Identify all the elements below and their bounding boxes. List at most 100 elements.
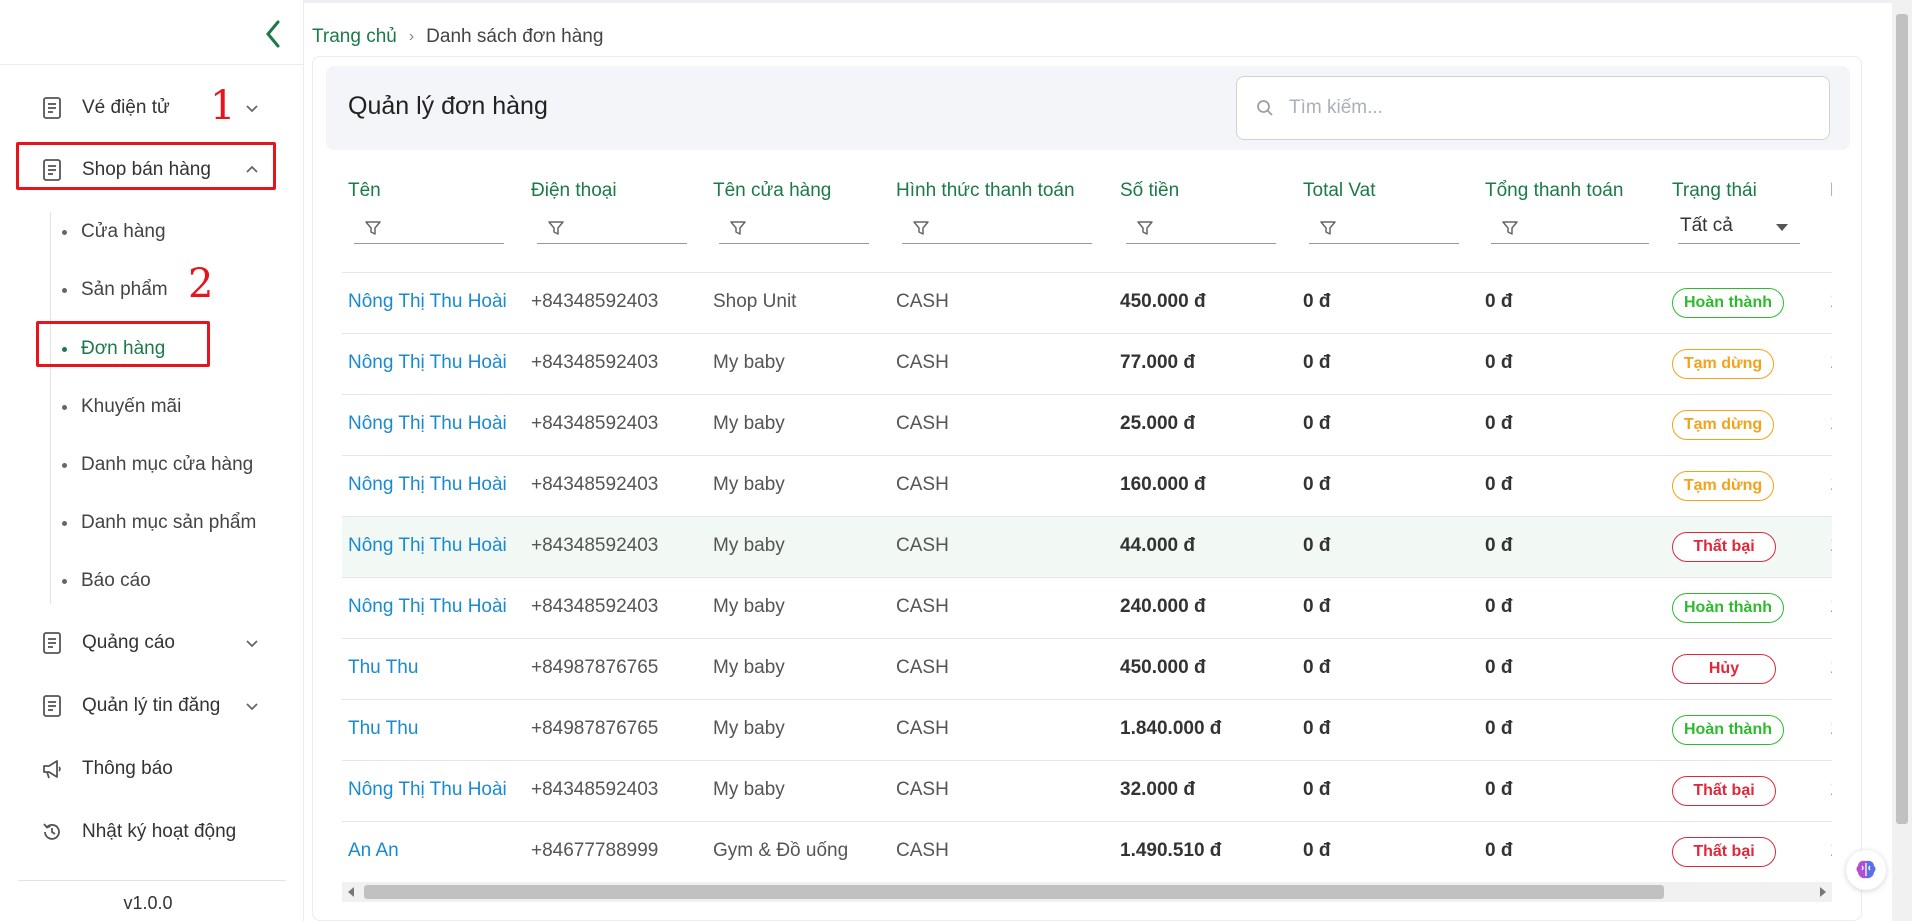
receipt-icon	[40, 631, 64, 655]
filter-total-vat[interactable]	[1309, 212, 1459, 244]
column-header-name[interactable]: Tên	[348, 180, 381, 202]
order-vat: 0 đ	[1303, 474, 1331, 495]
order-customer-link[interactable]: Nông Thị Thu Hoài	[348, 291, 507, 313]
order-customer-link[interactable]: Nông Thị Thu Hoài	[348, 779, 507, 801]
table-row[interactable]: Nông Thị Thu Hoài +84348592403 My baby C…	[342, 761, 1832, 822]
column-header-extra[interactable]: N	[1830, 180, 1832, 202]
order-total: 0 đ	[1485, 779, 1513, 800]
order-vat: 0 đ	[1303, 413, 1331, 434]
order-customer-link[interactable]: Nông Thị Thu Hoài	[348, 352, 507, 374]
status-badge: Tạm dừng	[1672, 349, 1774, 379]
menu-item-ads[interactable]: Quảng cáo	[18, 619, 274, 667]
order-customer-link[interactable]: Thu Thu	[348, 718, 418, 740]
submenu-item-label: Danh mục sản phẩm	[81, 512, 257, 533]
filter-icon	[913, 220, 929, 235]
horizontal-scrollbar[interactable]	[342, 882, 1832, 902]
order-extra: 1	[1830, 535, 1832, 557]
order-customer-link[interactable]: Nông Thị Thu Hoài	[348, 596, 507, 618]
column-header-status[interactable]: Trạng thái	[1672, 180, 1757, 202]
column-header-grand-total[interactable]: Tổng thanh toán	[1485, 180, 1623, 202]
table-row[interactable]: Nông Thị Thu Hoài +84348592403 My baby C…	[342, 517, 1832, 578]
table-row[interactable]: Thu Thu +84987876765 My baby CASH 450.00…	[342, 639, 1832, 700]
filter-icon	[1502, 220, 1518, 235]
order-store: My baby	[713, 413, 785, 434]
chevron-down-icon	[246, 703, 258, 711]
order-phone: +84348592403	[531, 352, 659, 373]
search-icon	[1257, 100, 1273, 116]
search-box[interactable]	[1236, 76, 1830, 140]
brain-icon	[1856, 860, 1876, 879]
column-header-amount[interactable]: Số tiền	[1120, 180, 1179, 202]
submenu-guide-line	[50, 212, 51, 604]
order-total: 0 đ	[1485, 474, 1513, 495]
column-header-store[interactable]: Tên cửa hàng	[713, 180, 831, 202]
column-header-total-vat[interactable]: Total Vat	[1303, 180, 1376, 202]
order-customer-link[interactable]: Nông Thị Thu Hoài	[348, 413, 507, 435]
order-customer-link[interactable]: Thu Thu	[348, 657, 418, 679]
submenu-item-promotions[interactable]: Khuyến mãi	[62, 387, 181, 427]
order-total: 0 đ	[1485, 413, 1513, 434]
order-phone: +84677788999	[531, 840, 659, 861]
column-header-phone[interactable]: Điện thoại	[531, 180, 617, 202]
column-header-payment-method[interactable]: Hình thức thanh toán	[896, 180, 1075, 202]
table-row[interactable]: Nông Thị Thu Hoài +84348592403 My baby C…	[342, 456, 1832, 517]
ai-assistant-button[interactable]	[1846, 850, 1886, 890]
order-store: My baby	[713, 718, 785, 739]
submenu-item-label: Báo cáo	[81, 570, 151, 591]
filter-store[interactable]	[719, 212, 869, 244]
table-row[interactable]: Nông Thị Thu Hoài +84348592403 My baby C…	[342, 395, 1832, 456]
scroll-left-icon[interactable]	[348, 887, 354, 897]
submenu-item-label: Khuyến mãi	[81, 396, 182, 417]
filter-grand-total[interactable]	[1491, 212, 1649, 244]
order-payment: CASH	[896, 718, 949, 739]
order-extra: 1	[1830, 596, 1832, 618]
vertical-scroll-thumb[interactable]	[1896, 14, 1908, 824]
order-vat: 0 đ	[1303, 779, 1331, 800]
submenu-item-product-categories[interactable]: Danh mục sản phẩm	[62, 503, 256, 543]
vertical-scrollbar[interactable]	[1892, 0, 1912, 921]
sidebar: Vé điện tử Shop bán hàng Cửa hàng Sản ph…	[0, 0, 304, 921]
submenu-item-products[interactable]: Sản phẩm	[62, 270, 168, 310]
horizontal-scroll-thumb[interactable]	[364, 885, 1664, 899]
order-payment: CASH	[896, 352, 949, 373]
table-row[interactable]: Nông Thị Thu Hoài +84348592403 Shop Unit…	[342, 273, 1832, 334]
order-customer-link[interactable]: Nông Thị Thu Hoài	[348, 474, 507, 496]
submenu-item-store-categories[interactable]: Danh mục cửa hàng	[62, 445, 253, 485]
table-row[interactable]: Thu Thu +84987876765 My baby CASH 1.840.…	[342, 700, 1832, 761]
order-payment: CASH	[896, 535, 949, 556]
bullet-icon	[62, 462, 67, 468]
menu-item-e-ticket[interactable]: Vé điện tử	[18, 84, 274, 132]
filter-amount[interactable]	[1126, 212, 1276, 244]
status-filter-value: Tất cả	[1680, 214, 1733, 236]
menu-item-listings[interactable]: Quản lý tin đăng	[18, 682, 274, 730]
order-phone: +84348592403	[531, 291, 659, 312]
menu-item-notifications[interactable]: Thông báo	[18, 745, 274, 793]
order-extra: 1	[1830, 779, 1832, 801]
submenu-item-stores[interactable]: Cửa hàng	[62, 212, 166, 252]
submenu-item-reports[interactable]: Báo cáo	[62, 561, 151, 601]
filter-phone[interactable]	[537, 212, 687, 244]
status-badge: Hoàn thành	[1672, 288, 1784, 318]
table-row[interactable]: Nông Thị Thu Hoài +84348592403 My baby C…	[342, 334, 1832, 395]
table-row[interactable]: An An +84677788999 Gym & Đồ uống CASH 1.…	[342, 822, 1832, 882]
search-input[interactable]	[1289, 97, 1809, 119]
order-vat: 0 đ	[1303, 291, 1331, 312]
menu-item-activity-log[interactable]: Nhật ký hoạt động	[18, 808, 274, 856]
collapse-sidebar-button[interactable]	[258, 14, 288, 54]
history-icon	[40, 820, 64, 844]
order-extra: 1	[1830, 840, 1832, 862]
status-badge: Tạm dừng	[1672, 471, 1774, 501]
filter-payment-method[interactable]	[902, 212, 1092, 244]
order-customer-link[interactable]: An An	[348, 840, 399, 862]
order-extra: 1	[1830, 718, 1832, 740]
breadcrumb-home-link[interactable]: Trang chủ	[312, 26, 397, 48]
table-row[interactable]: Nông Thị Thu Hoài +84348592403 My baby C…	[342, 578, 1832, 639]
order-extra: 1	[1830, 352, 1832, 374]
scroll-right-icon[interactable]	[1820, 887, 1826, 897]
status-filter-select[interactable]: Tất cả	[1678, 208, 1800, 244]
status-badge: Thất bại	[1672, 776, 1776, 806]
breadcrumb-separator-icon: ›	[408, 28, 415, 45]
filter-name[interactable]	[354, 212, 504, 244]
order-phone: +84348592403	[531, 779, 659, 800]
order-customer-link[interactable]: Nông Thị Thu Hoài	[348, 535, 507, 557]
